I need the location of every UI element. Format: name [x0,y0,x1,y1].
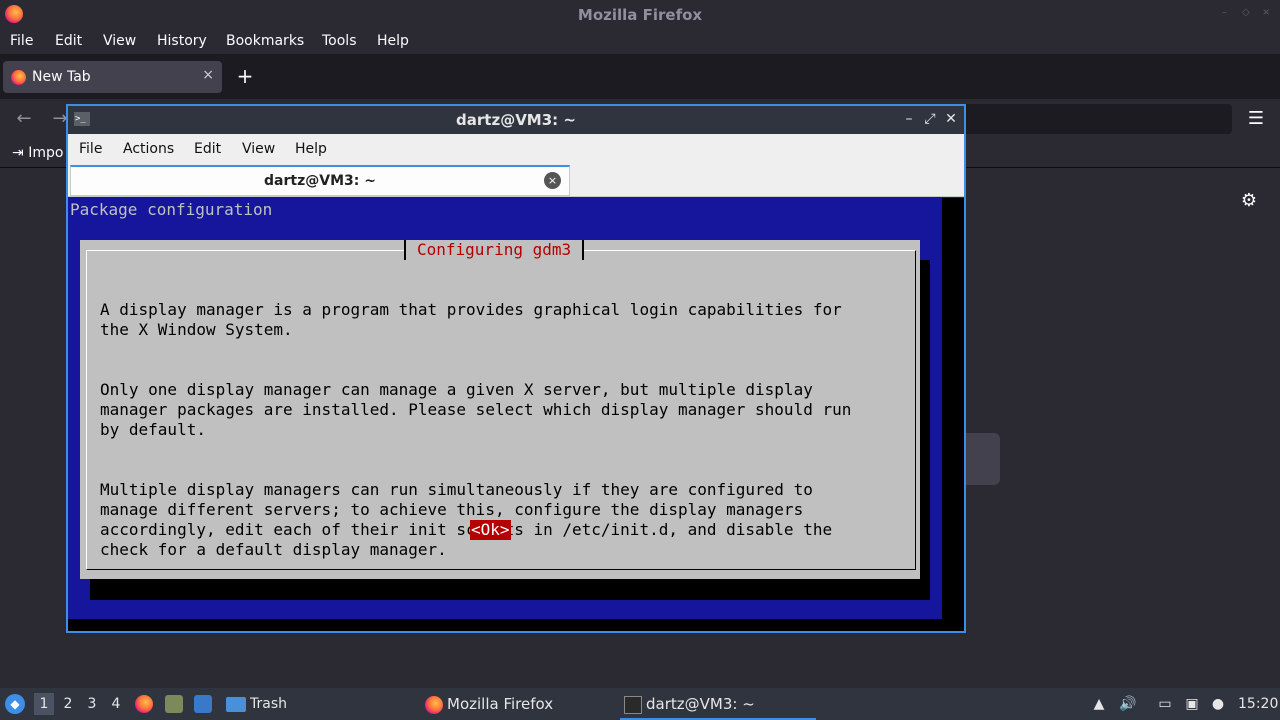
terminal-menubar: File Actions Edit View Help [68,134,964,165]
tray-expand-icon[interactable]: ▲ [1090,694,1108,714]
import-icon: ⇥ [12,145,24,161]
clock[interactable]: 15:20 [1238,694,1278,714]
menu-tools[interactable]: Tools [322,33,357,49]
terminal-window-title: dartz@VM3: ~ [456,111,576,129]
dialog-paragraph: Only one display manager can manage a gi… [100,380,852,439]
volume-icon[interactable]: 🔊 [1119,694,1137,714]
terminal-menu-file[interactable]: File [79,141,102,157]
tab-new-tab[interactable]: New Tab × [3,61,222,93]
dialog-body: A display manager is a program that prov… [100,280,900,600]
minimize-icon[interactable]: – [901,110,917,128]
notification-icon[interactable]: ● [1209,694,1227,714]
menu-edit[interactable]: Edit [55,33,82,49]
hamburger-menu-icon[interactable]: ☰ [1244,107,1268,131]
file-manager-launcher-icon[interactable] [165,695,183,713]
tab-label: New Tab [32,69,91,85]
url-bar[interactable] [960,104,1232,134]
debconf-dialog: Configuring gdm3 A display manager is a … [80,240,920,579]
network-icon[interactable]: ▣ [1183,694,1201,714]
task-firefox-label: Mozilla Firefox [447,695,554,713]
firefox-launcher-icon[interactable] [135,695,153,713]
menu-bookmarks[interactable]: Bookmarks [226,33,304,49]
close-icon[interactable]: ✕ [943,110,959,128]
terminal-menu-help[interactable]: Help [295,141,327,157]
maximize-icon[interactable]: ⤢ [922,110,938,128]
terminal-tab-title: dartz@VM3: ~ [264,173,376,189]
folder-icon [226,696,246,712]
start-menu-icon[interactable]: ◆ [5,694,25,714]
firefox-tab-icon [11,70,26,85]
workspace-2[interactable]: 2 [58,693,78,715]
shortcut-tile[interactable] [965,433,1000,485]
tab-close-icon[interactable]: × [544,172,561,189]
terminal-task-icon [624,695,642,714]
firefox-titlebar: Mozilla Firefox – ◇ × [0,0,1280,29]
trash-label: Trash [250,696,287,712]
terminal-window: >_ dartz@VM3: ~ – ⤢ ✕ File Actions Edit … [66,104,966,633]
terminal-menu-edit[interactable]: Edit [194,141,221,157]
terminal-tab[interactable]: dartz@VM3: ~ × [70,165,570,196]
import-bookmarks-label: Impo [28,145,64,161]
ok-button[interactable]: <Ok> [470,520,511,540]
firefox-tabbar: New Tab × + [0,54,1280,99]
gear-icon[interactable]: ⚙ [1238,190,1260,212]
back-icon[interactable]: ← [12,107,36,131]
terminal-screen-edge [942,198,964,631]
terminal-menu-view[interactable]: View [242,141,275,157]
desktop-launcher-icon[interactable] [194,695,212,713]
import-bookmarks-button[interactable]: ⇥ Impo [12,145,63,161]
firefox-menubar: File Edit View History Bookmarks Tools H… [0,29,1280,54]
clipboard-icon[interactable]: ▭ [1156,694,1174,714]
menu-help[interactable]: Help [377,33,409,49]
package-configuration-header: Package configuration [70,200,273,219]
workspace-3[interactable]: 3 [82,693,102,715]
trash-launcher[interactable]: Trash [226,694,287,714]
minimize-icon[interactable]: – [1222,8,1232,18]
terminal-screen-bottom [68,619,964,631]
terminal-menu-actions[interactable]: Actions [123,141,174,157]
menu-history[interactable]: History [157,33,207,49]
workspace-1[interactable]: 1 [34,693,54,715]
menu-view[interactable]: View [103,33,136,49]
dialog-title: Configuring gdm3 [404,240,585,260]
taskbar: ◆ 1 2 3 4 Trash Mozilla Firefox dartz@VM… [0,688,1280,720]
restore-icon[interactable]: ◇ [1242,8,1252,18]
terminal-titlebar: >_ dartz@VM3: ~ – ⤢ ✕ [68,106,964,134]
close-icon[interactable]: × [1262,8,1272,18]
tab-close-icon[interactable]: × [202,67,214,83]
terminal-screen[interactable]: Package configuration Configuring gdm3 A… [68,198,964,631]
firefox-window-title: Mozilla Firefox [577,6,703,24]
task-firefox[interactable]: Mozilla Firefox [425,688,553,720]
task-terminal-label: dartz@VM3: ~ [646,695,755,713]
workspace-4[interactable]: 4 [106,693,126,715]
terminal-tabbar: dartz@VM3: ~ × [68,165,964,197]
dialog-paragraph: A display manager is a program that prov… [100,300,842,339]
firefox-task-icon [425,695,443,714]
new-tab-button[interactable]: + [233,64,257,88]
menu-file[interactable]: File [10,33,33,49]
task-terminal[interactable]: dartz@VM3: ~ [620,688,816,720]
